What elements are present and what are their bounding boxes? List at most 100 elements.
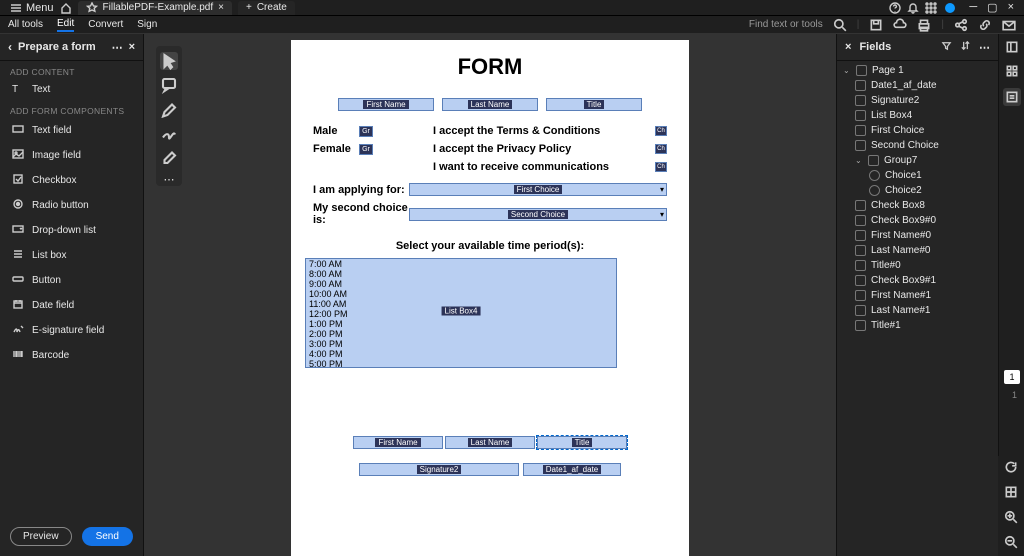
print-icon[interactable] [917, 18, 931, 32]
filter-icon[interactable] [941, 40, 952, 54]
draw-tool[interactable] [160, 124, 178, 142]
minimize-icon[interactable]: ─ [969, 1, 977, 14]
apps-icon[interactable] [925, 2, 937, 14]
zoom-in-icon[interactable] [1004, 510, 1018, 527]
home-icon[interactable] [60, 2, 72, 14]
help-icon[interactable] [889, 2, 901, 14]
field-title-1[interactable]: Title [537, 436, 627, 449]
share-icon[interactable] [954, 18, 968, 32]
item-barcode[interactable]: Barcode [0, 343, 143, 368]
tab-convert[interactable]: Convert [88, 19, 123, 30]
rail-panel-icon[interactable] [1005, 40, 1019, 54]
list-item[interactable]: 4:00 PM [306, 349, 616, 359]
list-item[interactable]: 1:00 PM [306, 319, 616, 329]
tree-item[interactable]: Choice1 [837, 168, 998, 183]
checkbox-comm[interactable]: Ch [655, 162, 667, 172]
tree-item[interactable]: First Name#1 [837, 288, 998, 303]
radio-male[interactable]: Gr [359, 126, 373, 137]
tree-item[interactable]: Choice2 [837, 183, 998, 198]
refresh-icon[interactable] [1004, 460, 1018, 477]
close-panel-icon[interactable]: × [129, 41, 135, 53]
preview-button[interactable]: Preview [10, 527, 72, 546]
item-esign[interactable]: E-signature field [0, 318, 143, 343]
field-signature[interactable]: Signature2 [359, 463, 519, 476]
page-number[interactable]: 1 [1004, 370, 1020, 384]
item-radio[interactable]: Radio button [0, 193, 143, 218]
tree-page[interactable]: ⌄Page 1 [837, 63, 998, 78]
document-tab[interactable]: FillablePDF-Example.pdf× [78, 1, 232, 15]
menu-button[interactable]: Menu [4, 0, 60, 15]
cloud-icon[interactable] [893, 18, 907, 32]
select-tool[interactable] [160, 52, 178, 70]
field-last-name[interactable]: Last Name [442, 98, 538, 111]
save-icon[interactable] [869, 18, 883, 32]
highlight-tool[interactable] [160, 100, 178, 118]
tree-item[interactable]: Signature2 [837, 93, 998, 108]
close-icon[interactable]: × [218, 2, 224, 13]
sort-icon[interactable] [960, 40, 971, 54]
tree-item[interactable]: Date1_af_date [837, 78, 998, 93]
list-item[interactable]: 2:00 PM [306, 329, 616, 339]
tree-item[interactable]: List Box4 [837, 108, 998, 123]
close-fields-icon[interactable]: × [845, 41, 851, 53]
link-icon[interactable] [978, 18, 992, 32]
dropdown-second-choice[interactable]: Second Choice [409, 208, 667, 221]
create-tab[interactable]: +Create [238, 1, 295, 15]
item-listbox[interactable]: List box [0, 243, 143, 268]
list-item[interactable]: 5:00 PM [306, 359, 616, 368]
field-date[interactable]: Date1_af_date [523, 463, 621, 476]
fit-icon[interactable] [1004, 485, 1018, 502]
item-checkbox[interactable]: Checkbox [0, 168, 143, 193]
item-text[interactable]: TText [0, 79, 143, 100]
erase-tool[interactable] [160, 148, 178, 166]
tab-edit[interactable]: Edit [57, 18, 74, 32]
tab-alltools[interactable]: All tools [8, 19, 43, 30]
dropdown-first-choice[interactable]: First Choice [409, 183, 667, 196]
tree-item[interactable]: Second Choice [837, 138, 998, 153]
item-date[interactable]: Date field [0, 293, 143, 318]
tree-item[interactable]: First Choice [837, 123, 998, 138]
item-image-field[interactable]: Image field [0, 143, 143, 168]
field-last-name-1[interactable]: Last Name [445, 436, 535, 449]
maximize-icon[interactable]: ▢ [987, 1, 997, 14]
checkbox-tc[interactable]: Ch [655, 126, 667, 136]
tree-item[interactable]: Title#0 [837, 258, 998, 273]
tab-sign[interactable]: Sign [137, 19, 157, 30]
tree-item[interactable]: Title#1 [837, 318, 998, 333]
more-tools[interactable]: ⋯ [160, 172, 178, 186]
tree-item[interactable]: First Name#0 [837, 228, 998, 243]
rail-fields-icon[interactable] [1003, 88, 1021, 106]
close-window-icon[interactable]: × [1008, 1, 1014, 14]
mail-icon[interactable] [1002, 18, 1016, 32]
back-icon[interactable]: ‹ [8, 40, 12, 54]
tree-item[interactable]: Last Name#1 [837, 303, 998, 318]
bell-icon[interactable] [907, 2, 919, 14]
field-title[interactable]: Title [546, 98, 642, 111]
search-icon[interactable] [833, 18, 847, 32]
avatar[interactable] [945, 3, 955, 13]
more-fields-icon[interactable]: ⋯ [979, 41, 990, 54]
tree-group[interactable]: ⌄Group7 [837, 153, 998, 168]
send-button[interactable]: Send [82, 527, 133, 546]
item-button[interactable]: Button [0, 268, 143, 293]
field-first-name[interactable]: First Name [338, 98, 434, 111]
list-item[interactable]: 10:00 AM [306, 289, 616, 299]
list-item[interactable]: 7:00 AM [306, 259, 616, 269]
tree-item[interactable]: Check Box9#0 [837, 213, 998, 228]
item-text-field[interactable]: Text field [0, 118, 143, 143]
zoom-out-icon[interactable] [1004, 535, 1018, 552]
field-first-name-1[interactable]: First Name [353, 436, 443, 449]
listbox-times[interactable]: 7:00 AM 8:00 AM 9:00 AM 10:00 AM 11:00 A… [305, 258, 617, 368]
tree-item[interactable]: Check Box8 [837, 198, 998, 213]
tree-item[interactable]: Check Box9#1 [837, 273, 998, 288]
checkbox-pp[interactable]: Ch [655, 144, 667, 154]
comment-tool[interactable] [160, 76, 178, 94]
list-item[interactable]: 9:00 AM [306, 279, 616, 289]
list-item[interactable]: 3:00 PM [306, 339, 616, 349]
tree-item[interactable]: Last Name#0 [837, 243, 998, 258]
radio-female[interactable]: Gr [359, 144, 373, 155]
list-item[interactable]: 8:00 AM [306, 269, 616, 279]
item-dropdown[interactable]: Drop-down list [0, 218, 143, 243]
rail-thumbs-icon[interactable] [1005, 64, 1019, 78]
more-icon[interactable]: ⋯ [112, 41, 123, 54]
